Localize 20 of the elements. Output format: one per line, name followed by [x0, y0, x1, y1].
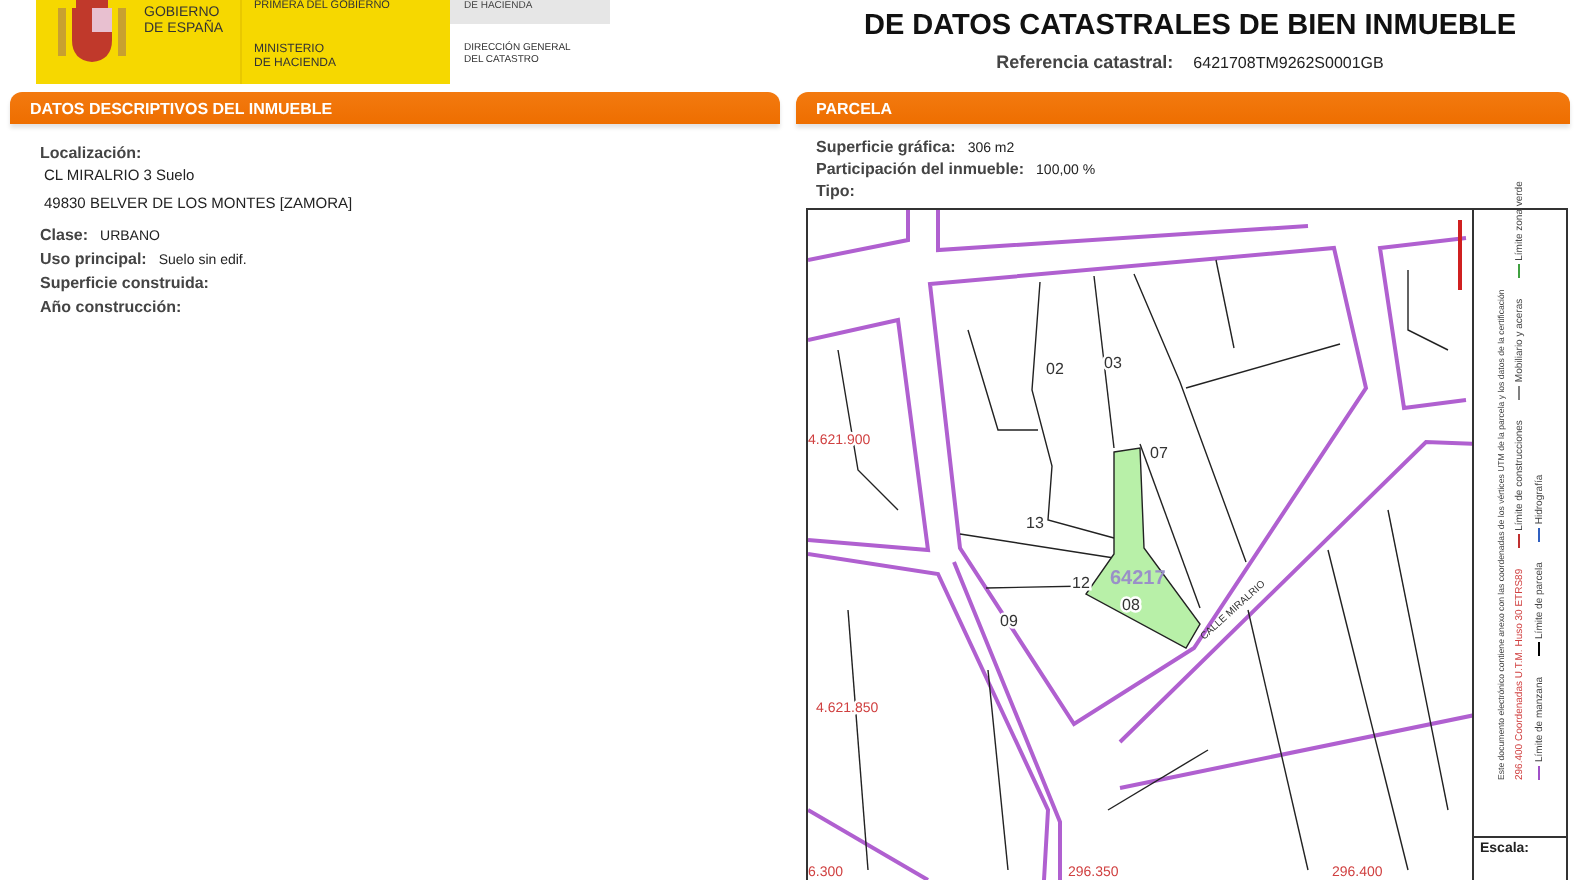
section-header: DATOS DESCRIPTIVOS DEL INMUEBLE: [10, 92, 780, 124]
field-label: Uso principal:: [40, 250, 147, 268]
field-label: Tipo:: [816, 182, 855, 200]
section-header: PARCELA: [796, 92, 1570, 124]
map-label: 08: [1122, 596, 1140, 614]
map-label: 07: [1150, 444, 1168, 462]
field-label: Superficie construida:: [40, 274, 209, 292]
map-label: 64217: [1110, 568, 1166, 590]
field-label: Superficie gráfica:: [816, 138, 956, 156]
document-title: DE DATOS CATASTRALES DE BIEN INMUEBLE: [864, 10, 1516, 42]
field-label: Año construcción:: [40, 298, 182, 316]
field-label: Localización:: [40, 144, 144, 162]
map-label: 03: [1104, 354, 1122, 372]
map-label: 13: [1026, 514, 1044, 532]
field-label: Participación del inmueble:: [816, 160, 1025, 178]
field-label: Clase:: [40, 226, 89, 244]
reference-value: 6421708TM9262S0001GB: [1193, 54, 1384, 72]
reference-label: Referencia catastral:: [996, 52, 1174, 72]
map-label: 02: [1046, 360, 1064, 378]
coat-of-arms-icon: [52, 0, 132, 64]
